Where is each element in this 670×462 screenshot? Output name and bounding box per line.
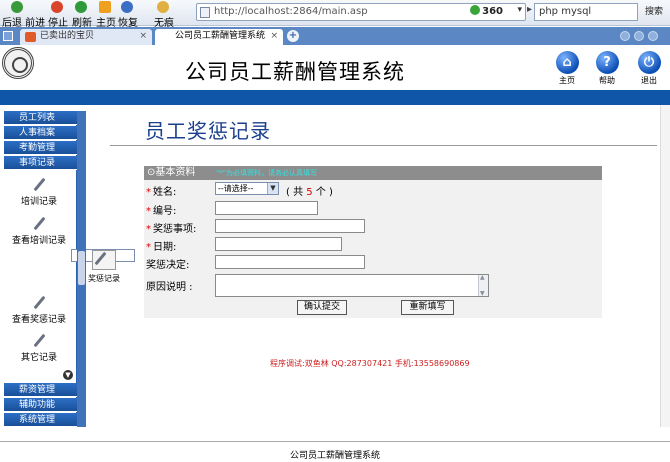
- logout-link[interactable]: ⏻ 退出: [634, 51, 664, 86]
- menu-salary[interactable]: 薪资管理: [4, 383, 77, 397]
- new-tab-button[interactable]: +: [287, 30, 299, 42]
- incognito-button[interactable]: 无痕: [152, 1, 174, 29]
- back-arrow-icon: [11, 1, 23, 13]
- employee-count: ( 共 5 个 ): [286, 187, 333, 198]
- menu-attendance[interactable]: 考勤管理: [4, 141, 77, 155]
- search-button[interactable]: 搜索: [640, 3, 668, 21]
- incognito-icon: [157, 1, 169, 13]
- restore-button[interactable]: 恢复: [116, 1, 138, 29]
- search-input[interactable]: php mysql: [534, 3, 638, 21]
- sidebar-collapse-handle[interactable]: [78, 251, 85, 285]
- home-icon: ⌂: [555, 51, 579, 74]
- sidebar-toggle-bar: [77, 111, 86, 427]
- date-field[interactable]: [215, 237, 342, 251]
- pencil-icon: [32, 216, 46, 230]
- menu-auxiliary[interactable]: 辅助功能: [4, 398, 77, 412]
- address-bar[interactable]: http://localhost:2864/main.asp 360 ▾: [196, 3, 526, 21]
- home-button[interactable]: 主页: [94, 1, 116, 29]
- tab-menu-icon[interactable]: [3, 31, 13, 41]
- close-icon[interactable]: ×: [270, 29, 278, 44]
- scroll-down-icon[interactable]: ▼: [63, 370, 73, 380]
- item-field[interactable]: [215, 219, 365, 233]
- shield-icon: [470, 5, 481, 15]
- window-ctl-icon[interactable]: [634, 31, 644, 41]
- refresh-button[interactable]: 刷新: [70, 1, 92, 29]
- house-icon: [99, 1, 111, 13]
- id-label: * 编号:: [146, 206, 177, 217]
- refresh-icon: [75, 1, 87, 13]
- sub-item-view-training[interactable]: 查看培训记录: [4, 216, 74, 246]
- required-note: "*"为必填资料，请务必认真填写: [216, 169, 317, 177]
- search-query[interactable]: php mysql: [539, 6, 591, 17]
- back-forward-button[interactable]: 后退 前进: [0, 1, 45, 29]
- pencil-icon: [32, 295, 46, 309]
- date-label: * 日期:: [146, 242, 177, 253]
- undo-icon: [121, 1, 133, 13]
- id-field[interactable]: [215, 201, 318, 215]
- browser-toolbar: 后退 前进 停止 刷新 主页 恢复 无痕 http://localhost:28…: [0, 0, 670, 29]
- pencil-icon: [32, 177, 46, 191]
- stop-button[interactable]: 停止: [46, 1, 68, 29]
- page-title: 员工奖惩记录: [145, 119, 271, 143]
- credits-text: 程序调试:双鱼林 QQ:287307421 手机:13558690869: [270, 359, 470, 368]
- taobao-icon: [25, 32, 36, 42]
- page-scrollbar[interactable]: [660, 105, 670, 427]
- close-icon[interactable]: ×: [139, 29, 147, 44]
- decision-field[interactable]: [215, 255, 365, 269]
- stop-icon: [51, 1, 63, 13]
- logout-icon: ⏻: [637, 51, 661, 74]
- go-arrow-icon[interactable]: ▸: [527, 4, 532, 15]
- sub-item-view-reward-punish[interactable]: 查看奖惩记录: [4, 295, 74, 325]
- sub-item-other[interactable]: 其它记录: [4, 333, 74, 363]
- help-icon: ?: [595, 51, 619, 74]
- menu-records[interactable]: 事项记录: [4, 156, 77, 170]
- tab-sold-items[interactable]: 已卖出的宝贝 ×: [20, 29, 152, 45]
- submit-button[interactable]: 确认提交: [297, 300, 347, 315]
- item-label: * 奖惩事项:: [146, 224, 197, 235]
- system-title: 公司员工薪酬管理系统: [185, 60, 405, 84]
- reason-textarea[interactable]: [215, 274, 489, 297]
- window-ctl-icon[interactable]: [648, 31, 658, 41]
- tab-bar: 已卖出的宝贝 × 公司员工薪酬管理系统 × +: [0, 27, 670, 45]
- home-link[interactable]: ⌂ 主页: [552, 51, 582, 86]
- chevron-down-icon: ▼: [267, 183, 278, 194]
- name-label: * 姓名:: [146, 187, 177, 198]
- reason-label: 原因说明 :: [146, 282, 193, 293]
- pencil-icon: [32, 333, 46, 347]
- reset-button[interactable]: 重新填写: [401, 300, 454, 315]
- help-link[interactable]: ? 帮助: [592, 51, 622, 86]
- title-divider: [110, 145, 657, 146]
- reward-punish-form: ⊙基本资料 "*"为必填资料，请务必认真填写 * 姓名: --请选择-- ▼ ( …: [144, 166, 602, 318]
- chevron-down-icon[interactable]: ▾: [517, 5, 522, 15]
- footer-divider: [0, 441, 670, 442]
- employee-select[interactable]: --请选择-- ▼: [215, 182, 279, 195]
- sub-item-training[interactable]: 培训记录: [4, 177, 74, 207]
- page-icon: [200, 7, 210, 18]
- menu-employee-list[interactable]: 员工列表: [4, 111, 77, 125]
- form-section-header: ⊙基本资料 "*"为必填资料，请务必认真填写: [144, 166, 602, 180]
- security-badge[interactable]: 360: [470, 5, 503, 17]
- header-band: [0, 90, 670, 105]
- menu-system[interactable]: 系统管理: [4, 413, 77, 427]
- textarea-scrollbar[interactable]: [478, 274, 488, 297]
- window-ctl-icon[interactable]: [620, 31, 630, 41]
- decision-label: 奖惩决定:: [146, 260, 190, 271]
- url-text[interactable]: http://localhost:2864/main.asp: [214, 6, 368, 17]
- pencil-icon: [92, 250, 116, 270]
- page-header: 公司员工薪酬管理系统 ⌂ 主页 ? 帮助 ⏻ 退出: [0, 45, 670, 90]
- menu-hr-archive[interactable]: 人事档案: [4, 126, 77, 140]
- tab-salary-system[interactable]: 公司员工薪酬管理系统 ×: [155, 29, 283, 45]
- footer-text: 公司员工薪酬管理系统: [289, 451, 380, 461]
